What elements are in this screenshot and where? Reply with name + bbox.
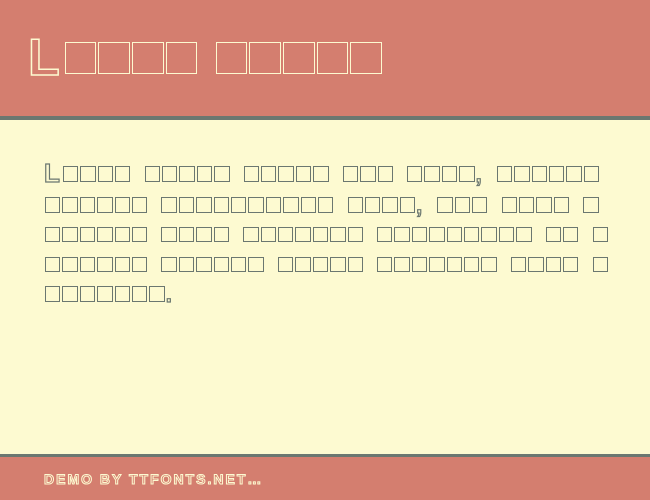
footer-credit: Demo by ttfonts.net…	[44, 471, 263, 487]
page: L L , , . Demo by ttfonts.net…	[0, 0, 650, 500]
body-area: L , , .	[0, 120, 650, 454]
header-title: L	[28, 28, 383, 88]
body-paragraph: L , , .	[44, 156, 610, 310]
header-banner: L	[0, 0, 650, 120]
footer-banner: Demo by ttfonts.net…	[0, 454, 650, 500]
